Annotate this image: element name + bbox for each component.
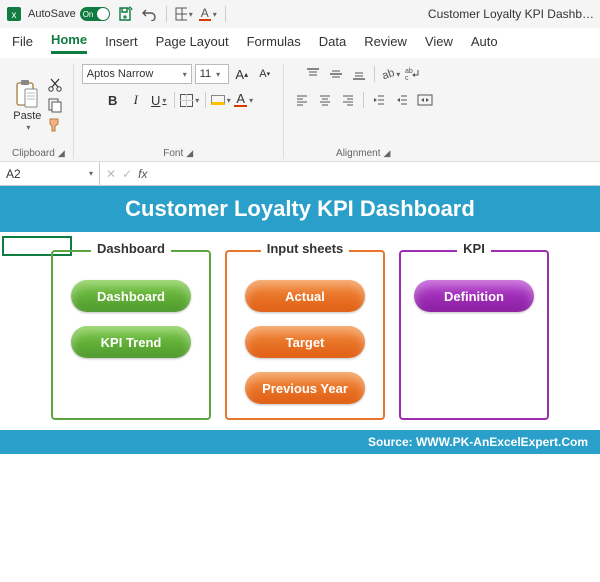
svg-text:c: c (405, 75, 409, 81)
copy-icon[interactable] (47, 97, 63, 113)
borders-button[interactable]: ▾ (180, 90, 200, 110)
increase-indent-icon[interactable] (392, 90, 412, 110)
fill-color-button[interactable]: ▾ (211, 90, 231, 110)
paste-button[interactable]: Paste ▾ (13, 79, 41, 132)
qat-separator-2 (225, 6, 226, 22)
excel-icon: x (6, 6, 22, 22)
qat-separator (166, 6, 167, 22)
paste-icon (14, 79, 40, 109)
font-color-qat-icon[interactable]: A▾ (199, 5, 217, 23)
svg-text:ab: ab (381, 67, 394, 81)
target-button[interactable]: Target (245, 326, 365, 358)
panel-kpi: KPI Definition (399, 250, 549, 420)
group-clipboard: Paste ▾ Clipboard◢ (4, 64, 74, 159)
undo-icon[interactable] (140, 5, 158, 23)
document-title: Customer Loyalty KPI Dashb… (428, 7, 594, 21)
align-left-icon[interactable] (292, 90, 312, 110)
align-center-icon[interactable] (315, 90, 335, 110)
dashboard-button[interactable]: Dashboard (71, 280, 191, 312)
dashboard-banner: Customer Loyalty KPI Dashboard (0, 186, 600, 232)
cancel-formula-icon[interactable]: ✕ (106, 167, 116, 181)
align-top-icon[interactable] (303, 64, 323, 84)
group-alignment: ab▾ abc Alignment◢ (284, 64, 443, 159)
clipboard-launcher-icon[interactable]: ◢ (58, 148, 65, 159)
font-color-button[interactable]: A▾ (234, 90, 254, 110)
font-size-combo[interactable]: 11▾ (195, 64, 229, 84)
borders-qat-icon[interactable]: ▾ (175, 5, 193, 23)
panel-input-sheets: Input sheets Actual Target Previous Year (225, 250, 385, 420)
tab-home[interactable]: Home (51, 32, 87, 54)
panel-dashboard: Dashboard Dashboard KPI Trend (51, 250, 211, 420)
bold-button[interactable]: B (103, 90, 123, 110)
font-name-combo[interactable]: Aptos Narrow▾ (82, 64, 192, 84)
orientation-icon[interactable]: ab▾ (380, 64, 400, 84)
wrap-text-icon[interactable]: abc (403, 64, 423, 84)
tab-automate[interactable]: Auto (471, 34, 498, 53)
tab-data[interactable]: Data (319, 34, 346, 53)
group-font: Aptos Narrow▾ 11▾ A▴ A▾ B I U▾ ▾ ▾ A▾ Fo… (74, 64, 284, 159)
tab-file[interactable]: File (12, 34, 33, 53)
save-icon[interactable] (116, 5, 134, 23)
chevron-down-icon: ▾ (89, 169, 93, 178)
source-footer: Source: WWW.PK-AnExcelExpert.Com (0, 430, 600, 454)
ribbon-tabs: File Home Insert Page Layout Formulas Da… (0, 28, 600, 58)
worksheet[interactable]: Customer Loyalty KPI Dashboard Dashboard… (0, 186, 600, 454)
tab-review[interactable]: Review (364, 34, 407, 53)
decrease-indent-icon[interactable] (369, 90, 389, 110)
chevron-down-icon: ▾ (26, 123, 30, 132)
panel-row: Dashboard Dashboard KPI Trend Input shee… (0, 232, 600, 430)
cut-icon[interactable] (47, 77, 63, 93)
font-launcher-icon[interactable]: ◢ (186, 148, 193, 159)
formula-bar-row: A2 ▾ ✕ ✓ fx (0, 162, 600, 186)
autosave-toggle[interactable]: AutoSave On (28, 7, 110, 21)
title-bar: x AutoSave On ▾ A▾ Customer Loyalty KPI … (0, 0, 600, 28)
svg-text:ab: ab (405, 68, 413, 75)
align-middle-icon[interactable] (326, 64, 346, 84)
tab-view[interactable]: View (425, 34, 453, 53)
tab-formulas[interactable]: Formulas (247, 34, 301, 53)
previous-year-button[interactable]: Previous Year (245, 372, 365, 404)
name-box[interactable]: A2 ▾ (0, 162, 100, 185)
align-right-icon[interactable] (338, 90, 358, 110)
ribbon: Paste ▾ Clipboard◢ Aptos Narrow▾ 11▾ (0, 58, 600, 162)
tab-page-layout[interactable]: Page Layout (156, 34, 229, 53)
align-bottom-icon[interactable] (349, 64, 369, 84)
kpi-trend-button[interactable]: KPI Trend (71, 326, 191, 358)
actual-button[interactable]: Actual (245, 280, 365, 312)
merge-center-icon[interactable] (415, 90, 435, 110)
svg-text:x: x (12, 10, 17, 21)
increase-font-icon[interactable]: A▴ (232, 64, 252, 84)
alignment-launcher-icon[interactable]: ◢ (384, 148, 391, 159)
decrease-font-icon[interactable]: A▾ (255, 64, 275, 84)
enter-formula-icon[interactable]: ✓ (122, 167, 132, 181)
tab-insert[interactable]: Insert (105, 34, 138, 53)
format-painter-icon[interactable] (47, 117, 63, 133)
fx-icon[interactable]: fx (138, 167, 147, 181)
underline-button[interactable]: U▾ (149, 90, 169, 110)
autosave-label: AutoSave (28, 8, 76, 20)
definition-button[interactable]: Definition (414, 280, 534, 312)
italic-button[interactable]: I (126, 90, 146, 110)
